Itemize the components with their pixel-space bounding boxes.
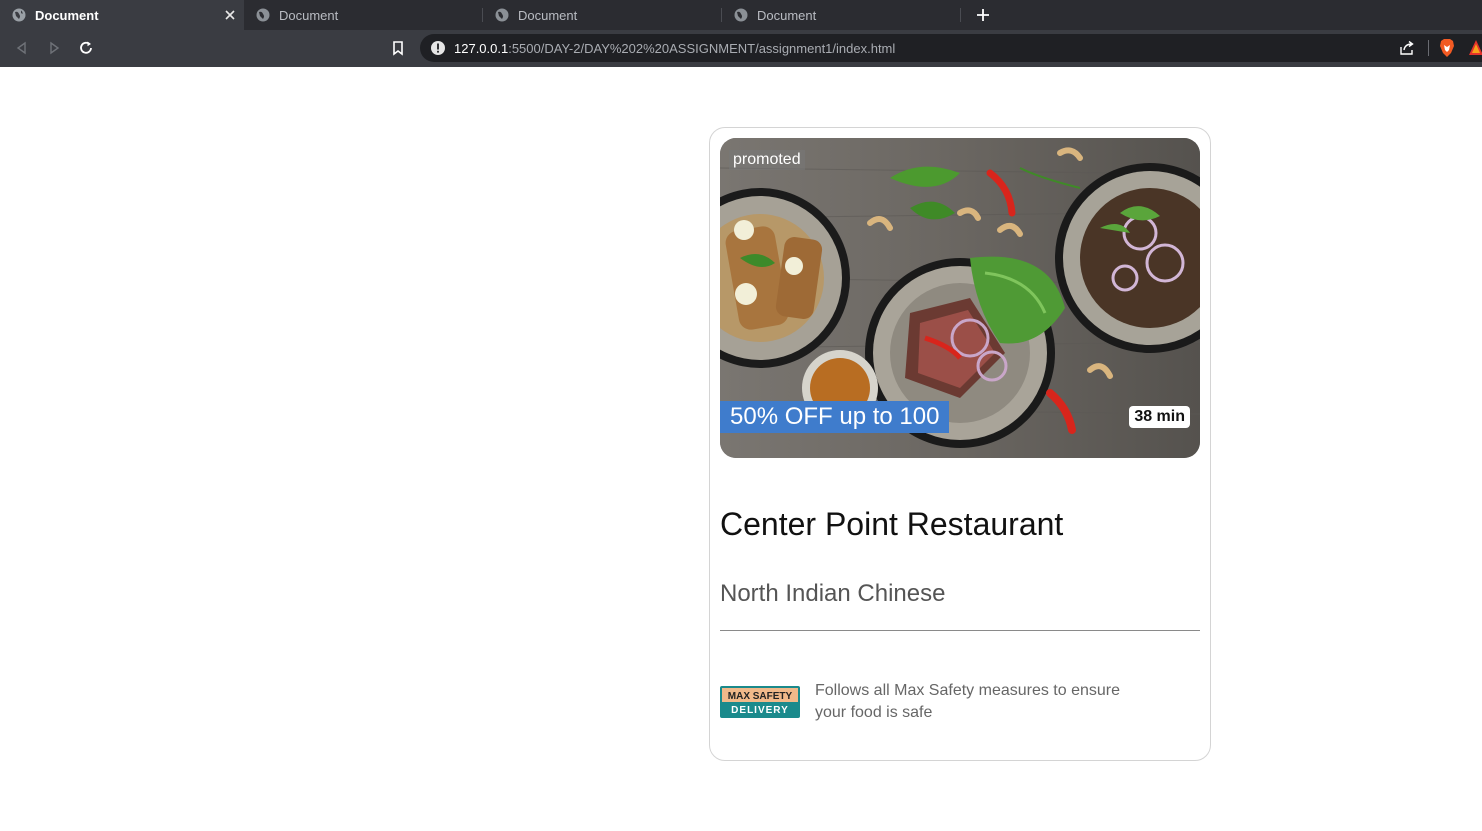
globe-icon <box>12 8 26 22</box>
food-image: promoted 50% OFF up to 100 38 min <box>720 138 1200 458</box>
divider <box>720 630 1200 631</box>
address-bar[interactable]: 127.0.0.1:5500/DAY-2/DAY%202%20ASSIGNMEN… <box>420 34 1482 62</box>
tab-document-2[interactable]: Document <box>244 0 482 30</box>
globe-icon <box>734 8 748 22</box>
url-path: :5500/DAY-2/DAY%202%20ASSIGNMENT/assignm… <box>508 40 896 56</box>
safety-description: Follows all Max Safety measures to ensur… <box>815 682 1121 721</box>
tab-title: Document <box>757 7 817 23</box>
max-safety-delivery-badge: MAX SAFETY DELIVERY <box>720 686 800 718</box>
badge-top-text: MAX SAFETY <box>728 691 793 702</box>
tab-title: Document <box>35 7 99 23</box>
tab-document-1[interactable]: Document <box>0 0 244 30</box>
site-info-icon[interactable] <box>430 40 446 56</box>
delivery-time-badge: 38 min <box>1129 406 1190 428</box>
tab-title: Document <box>518 7 578 23</box>
url-host: 127.0.0.1 <box>454 40 509 56</box>
new-tab-icon[interactable] <box>972 4 994 26</box>
toolbar-divider <box>1428 40 1429 56</box>
tab-document-3[interactable]: Document <box>483 0 721 30</box>
restaurant-card[interactable]: promoted 50% OFF up to 100 38 min Center… <box>709 127 1211 761</box>
tab-separator <box>960 8 961 22</box>
reload-icon[interactable] <box>77 39 95 57</box>
globe-icon <box>256 8 270 22</box>
bookmark-icon[interactable] <box>389 39 407 57</box>
close-icon[interactable] <box>222 7 238 23</box>
restaurant-name[interactable]: Center Point Restaurant <box>720 506 1063 543</box>
tab-document-4[interactable]: Document <box>722 0 960 30</box>
share-icon[interactable] <box>1398 39 1416 57</box>
browser-toolbar: 127.0.0.1:5500/DAY-2/DAY%202%20ASSIGNMEN… <box>0 30 1482 67</box>
forward-icon[interactable] <box>45 39 63 57</box>
brave-shield-icon[interactable] <box>1438 38 1456 58</box>
tab-title: Document <box>279 7 339 23</box>
badge-bottom-text: DELIVERY <box>731 705 789 716</box>
cuisine-label: North Indian Chinese <box>720 580 946 607</box>
back-icon[interactable] <box>13 39 31 57</box>
brave-rewards-icon[interactable] <box>1468 39 1482 57</box>
tab-strip: Document Document Document Document <box>0 0 1482 30</box>
promoted-tag: promoted <box>729 150 805 170</box>
globe-icon <box>495 8 509 22</box>
offer-badge: 50% OFF up to 100 <box>720 401 950 433</box>
